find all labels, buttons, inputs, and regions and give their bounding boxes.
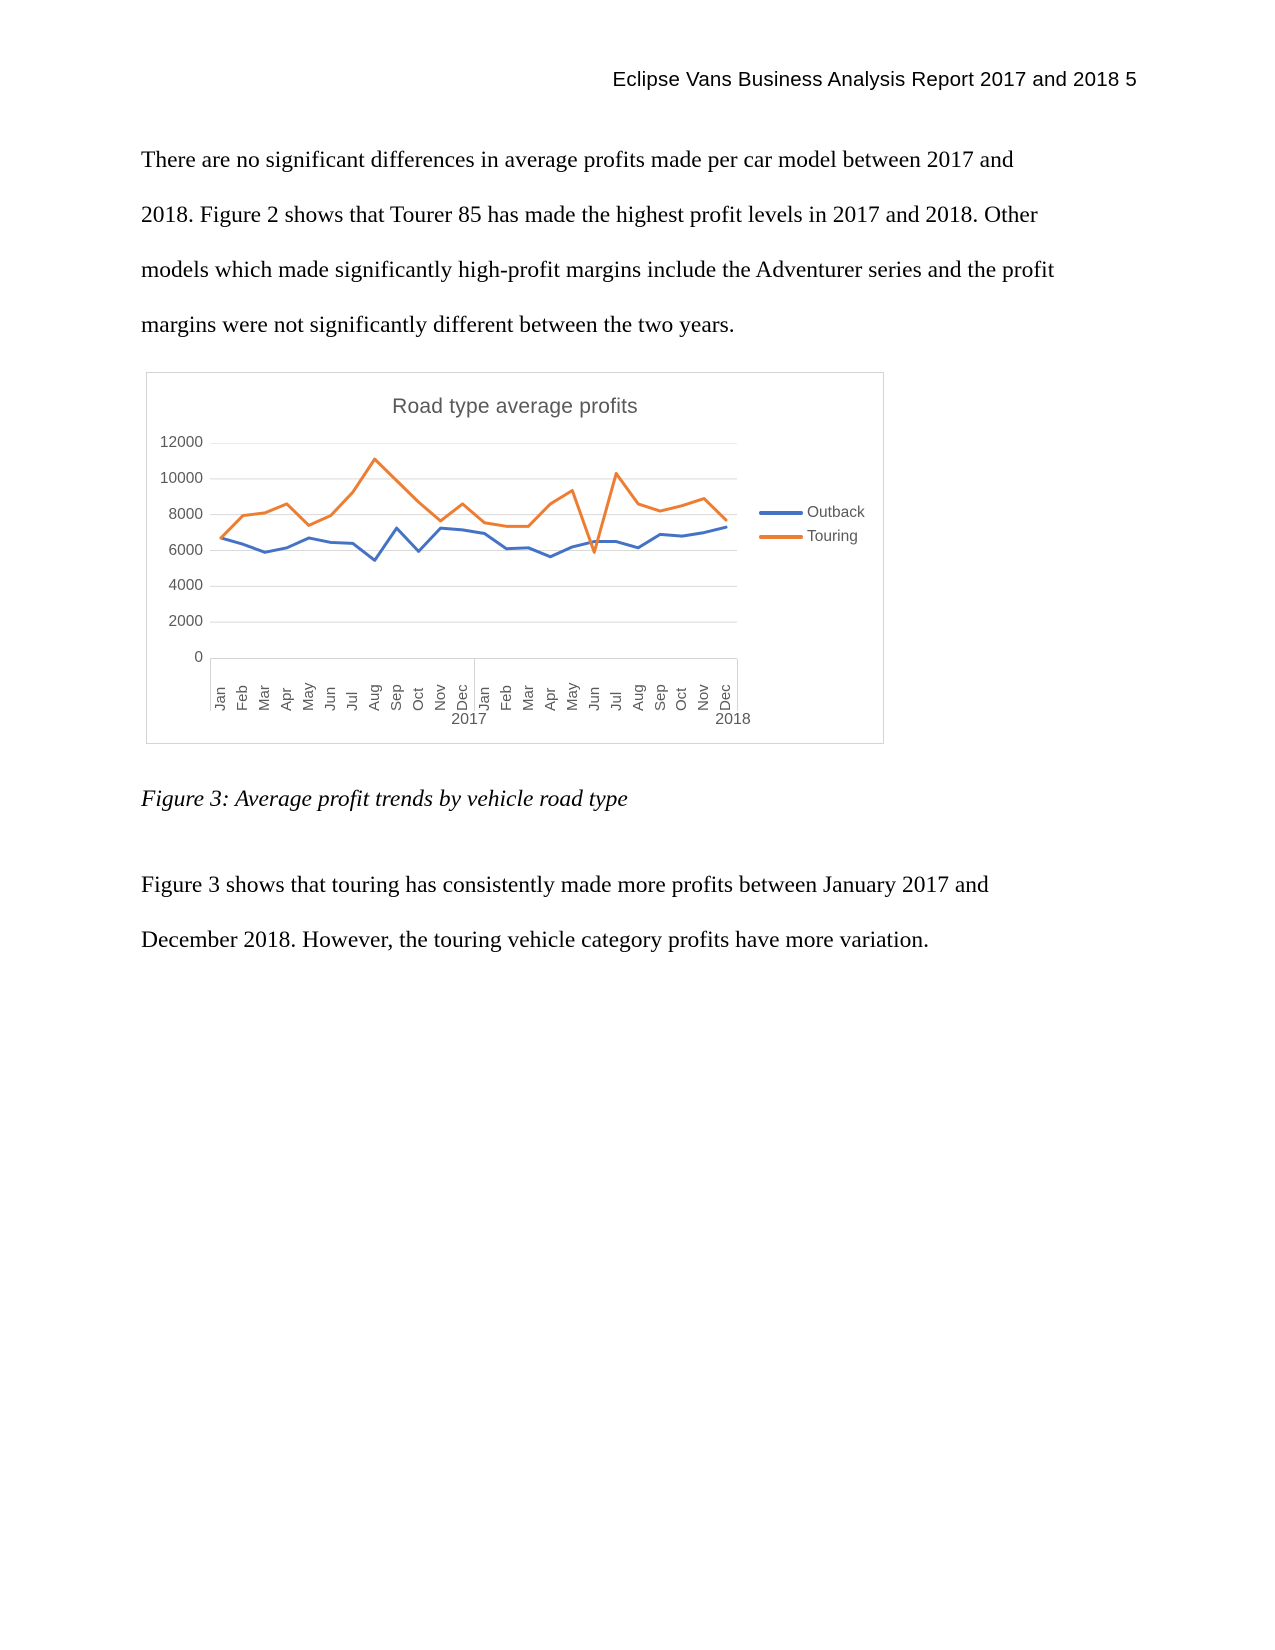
x-tick-label: Apr	[278, 687, 296, 711]
document-page: Eclipse Vans Business Analysis Report 20…	[0, 0, 1275, 1650]
chart-title: Road type average profits	[392, 395, 638, 418]
x-tick-label: Sep	[651, 684, 669, 711]
x-axis-year-label-2017: 2017	[451, 711, 487, 728]
x-tick-label: May	[563, 682, 581, 711]
x-tick: Dec	[715, 659, 737, 711]
x-tick-label: Aug	[366, 684, 384, 711]
y-tick-label: 0	[194, 649, 203, 666]
legend-swatch-icon	[759, 535, 803, 539]
legend-item-outback[interactable]: Outback	[759, 501, 865, 525]
x-tick-label: Jul	[344, 691, 362, 711]
x-tick: Nov	[693, 659, 715, 711]
x-tick-label: Feb	[234, 685, 252, 711]
figure-caption: Figure 3: Average profit trends by vehic…	[141, 786, 628, 812]
x-tick: Feb	[232, 659, 254, 711]
x-tick: May	[561, 659, 583, 711]
paragraph-block-2: Figure 3 shows that touring has consiste…	[141, 858, 1031, 968]
x-tick-label: Feb	[497, 685, 515, 711]
x-tick-label: Aug	[629, 684, 647, 711]
x-axis-group-separator-right	[737, 659, 738, 711]
paragraph-block-1: There are no significant differences in …	[141, 133, 1072, 353]
x-tick: Oct	[408, 659, 430, 711]
x-tick: Oct	[671, 659, 693, 711]
y-tick-label: 8000	[168, 505, 203, 523]
x-tick: Aug	[364, 659, 386, 711]
x-axis-tick-labels: Jan Feb Mar Apr May Jun Jul Aug Sep Oct Nov Dec Jan F…	[210, 659, 737, 711]
x-tick-label: Sep	[388, 684, 406, 711]
x-tick-label: May	[300, 682, 318, 711]
x-tick-label: Dec	[717, 684, 735, 711]
line-chart-svg	[210, 443, 737, 658]
x-tick: Jan	[473, 659, 495, 711]
legend-swatch-icon	[759, 511, 803, 515]
y-tick-label: 2000	[168, 613, 203, 631]
x-tick: Aug	[627, 659, 649, 711]
x-tick: May	[298, 659, 320, 711]
x-tick-label: Jan	[475, 686, 493, 711]
series-line-touring	[221, 459, 726, 552]
x-tick: Jun	[320, 659, 342, 711]
x-tick: Jul	[342, 659, 364, 711]
series-lines	[221, 459, 726, 560]
x-tick-label: Nov	[695, 684, 713, 711]
y-tick-label: 6000	[168, 541, 203, 559]
figure-3-chart: Road type average profits 0 2000 4000 6000 8…	[146, 372, 884, 744]
legend-label: Touring	[807, 528, 858, 545]
y-tick-label: 4000	[168, 577, 203, 595]
x-tick-label: Nov	[432, 684, 449, 711]
x-tick: Jan	[210, 659, 232, 711]
legend-item-touring[interactable]: Touring	[759, 525, 865, 549]
legend-label: Outback	[807, 504, 865, 521]
x-tick: Sep	[649, 659, 671, 711]
x-tick-label: Apr	[541, 687, 559, 711]
series-line-outback	[221, 527, 726, 560]
x-tick: Jun	[583, 659, 605, 711]
chart-legend: Outback Touring	[759, 501, 865, 549]
x-tick: Sep	[386, 659, 408, 711]
plot-area	[210, 443, 737, 658]
x-tick-label: Jun	[585, 686, 603, 711]
x-tick: Mar	[254, 659, 276, 711]
x-tick-label: Mar	[256, 685, 274, 711]
x-tick-label: Mar	[519, 685, 537, 711]
body-paragraph-1: There are no significant differences in …	[141, 147, 1055, 338]
x-tick: Feb	[495, 659, 517, 711]
x-tick: Nov	[430, 659, 452, 711]
x-tick: Apr	[276, 659, 298, 711]
x-tick-label: Dec	[453, 684, 471, 711]
x-tick: Dec	[451, 659, 473, 711]
y-tick-label: 12000	[159, 434, 203, 451]
x-tick-label: Oct	[410, 687, 428, 711]
x-tick-label: Oct	[673, 687, 691, 711]
x-tick-label: Jan	[212, 686, 230, 711]
body-paragraph-2: Figure 3 shows that touring has consiste…	[141, 872, 989, 953]
x-tick: Apr	[539, 659, 561, 711]
x-axis-year-label-2018: 2018	[715, 711, 751, 728]
x-tick-label: Jun	[322, 686, 340, 711]
x-tick-label: Jul	[607, 691, 625, 711]
y-tick-label: 10000	[159, 469, 203, 487]
x-tick: Mar	[517, 659, 539, 711]
page-header: Eclipse Vans Business Analysis Report 20…	[612, 68, 1137, 91]
x-tick: Jul	[605, 659, 627, 711]
